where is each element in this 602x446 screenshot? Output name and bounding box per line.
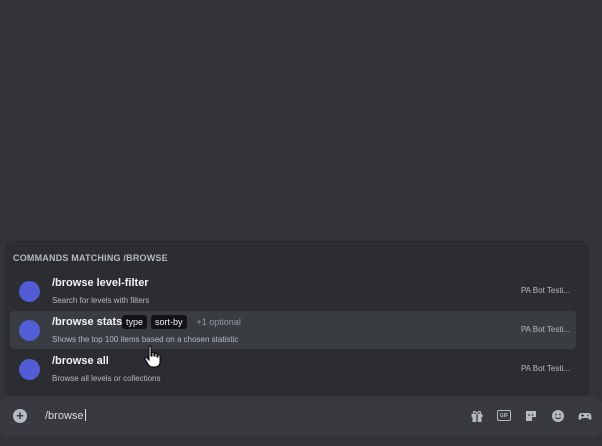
- gift-icon[interactable]: [470, 409, 484, 423]
- message-input-value: /browse: [45, 410, 84, 422]
- option-pill-sort-by: sort-by: [151, 315, 187, 329]
- autocomplete-header: COMMANDS MATCHING /BROWSE: [13, 253, 168, 263]
- command-description: Browse all levels or collections: [52, 374, 161, 383]
- command-autocomplete-popup: COMMANDS MATCHING /BROWSE /browse level-…: [6, 242, 588, 394]
- add-icon[interactable]: +: [13, 409, 27, 423]
- command-source: PA Bot Testi...: [520, 364, 570, 373]
- hand-pointer-cursor-icon: [144, 345, 161, 368]
- emoji-icon[interactable]: [551, 409, 565, 423]
- command-options: type sort-by +1 optional: [122, 315, 241, 329]
- command-description: Shows the top 100 items based on a chose…: [52, 335, 239, 344]
- command-source: PA Bot Testi...: [520, 286, 570, 295]
- command-item-browse-all[interactable]: /browse all Browse all levels or collect…: [10, 350, 576, 388]
- bot-avatar: [19, 359, 40, 380]
- option-pill-type: type: [122, 315, 148, 329]
- activities-icon[interactable]: [578, 409, 592, 423]
- command-description: Search for levels with filters: [52, 296, 150, 305]
- gif-icon[interactable]: GIF: [497, 410, 511, 421]
- command-item-browse-stats[interactable]: /browse stats type sort-by +1 optional S…: [10, 311, 576, 349]
- command-name: /browse all: [52, 355, 109, 367]
- sticker-icon[interactable]: [524, 409, 538, 423]
- command-name: /browse stats: [52, 316, 123, 328]
- bot-avatar: [19, 281, 40, 302]
- message-input[interactable]: /browse: [45, 409, 86, 422]
- text-caret: [84, 409, 86, 421]
- command-source: PA Bot Testi...: [520, 325, 570, 334]
- bot-avatar: [19, 320, 40, 341]
- optional-count: +1 optional: [196, 317, 241, 327]
- command-item-browse-level-filter[interactable]: /browse level-filter Search for levels w…: [10, 272, 576, 310]
- message-composer: + /browse GIF: [0, 397, 602, 437]
- composer-actions: GIF: [470, 409, 592, 423]
- command-name: /browse level-filter: [52, 277, 149, 289]
